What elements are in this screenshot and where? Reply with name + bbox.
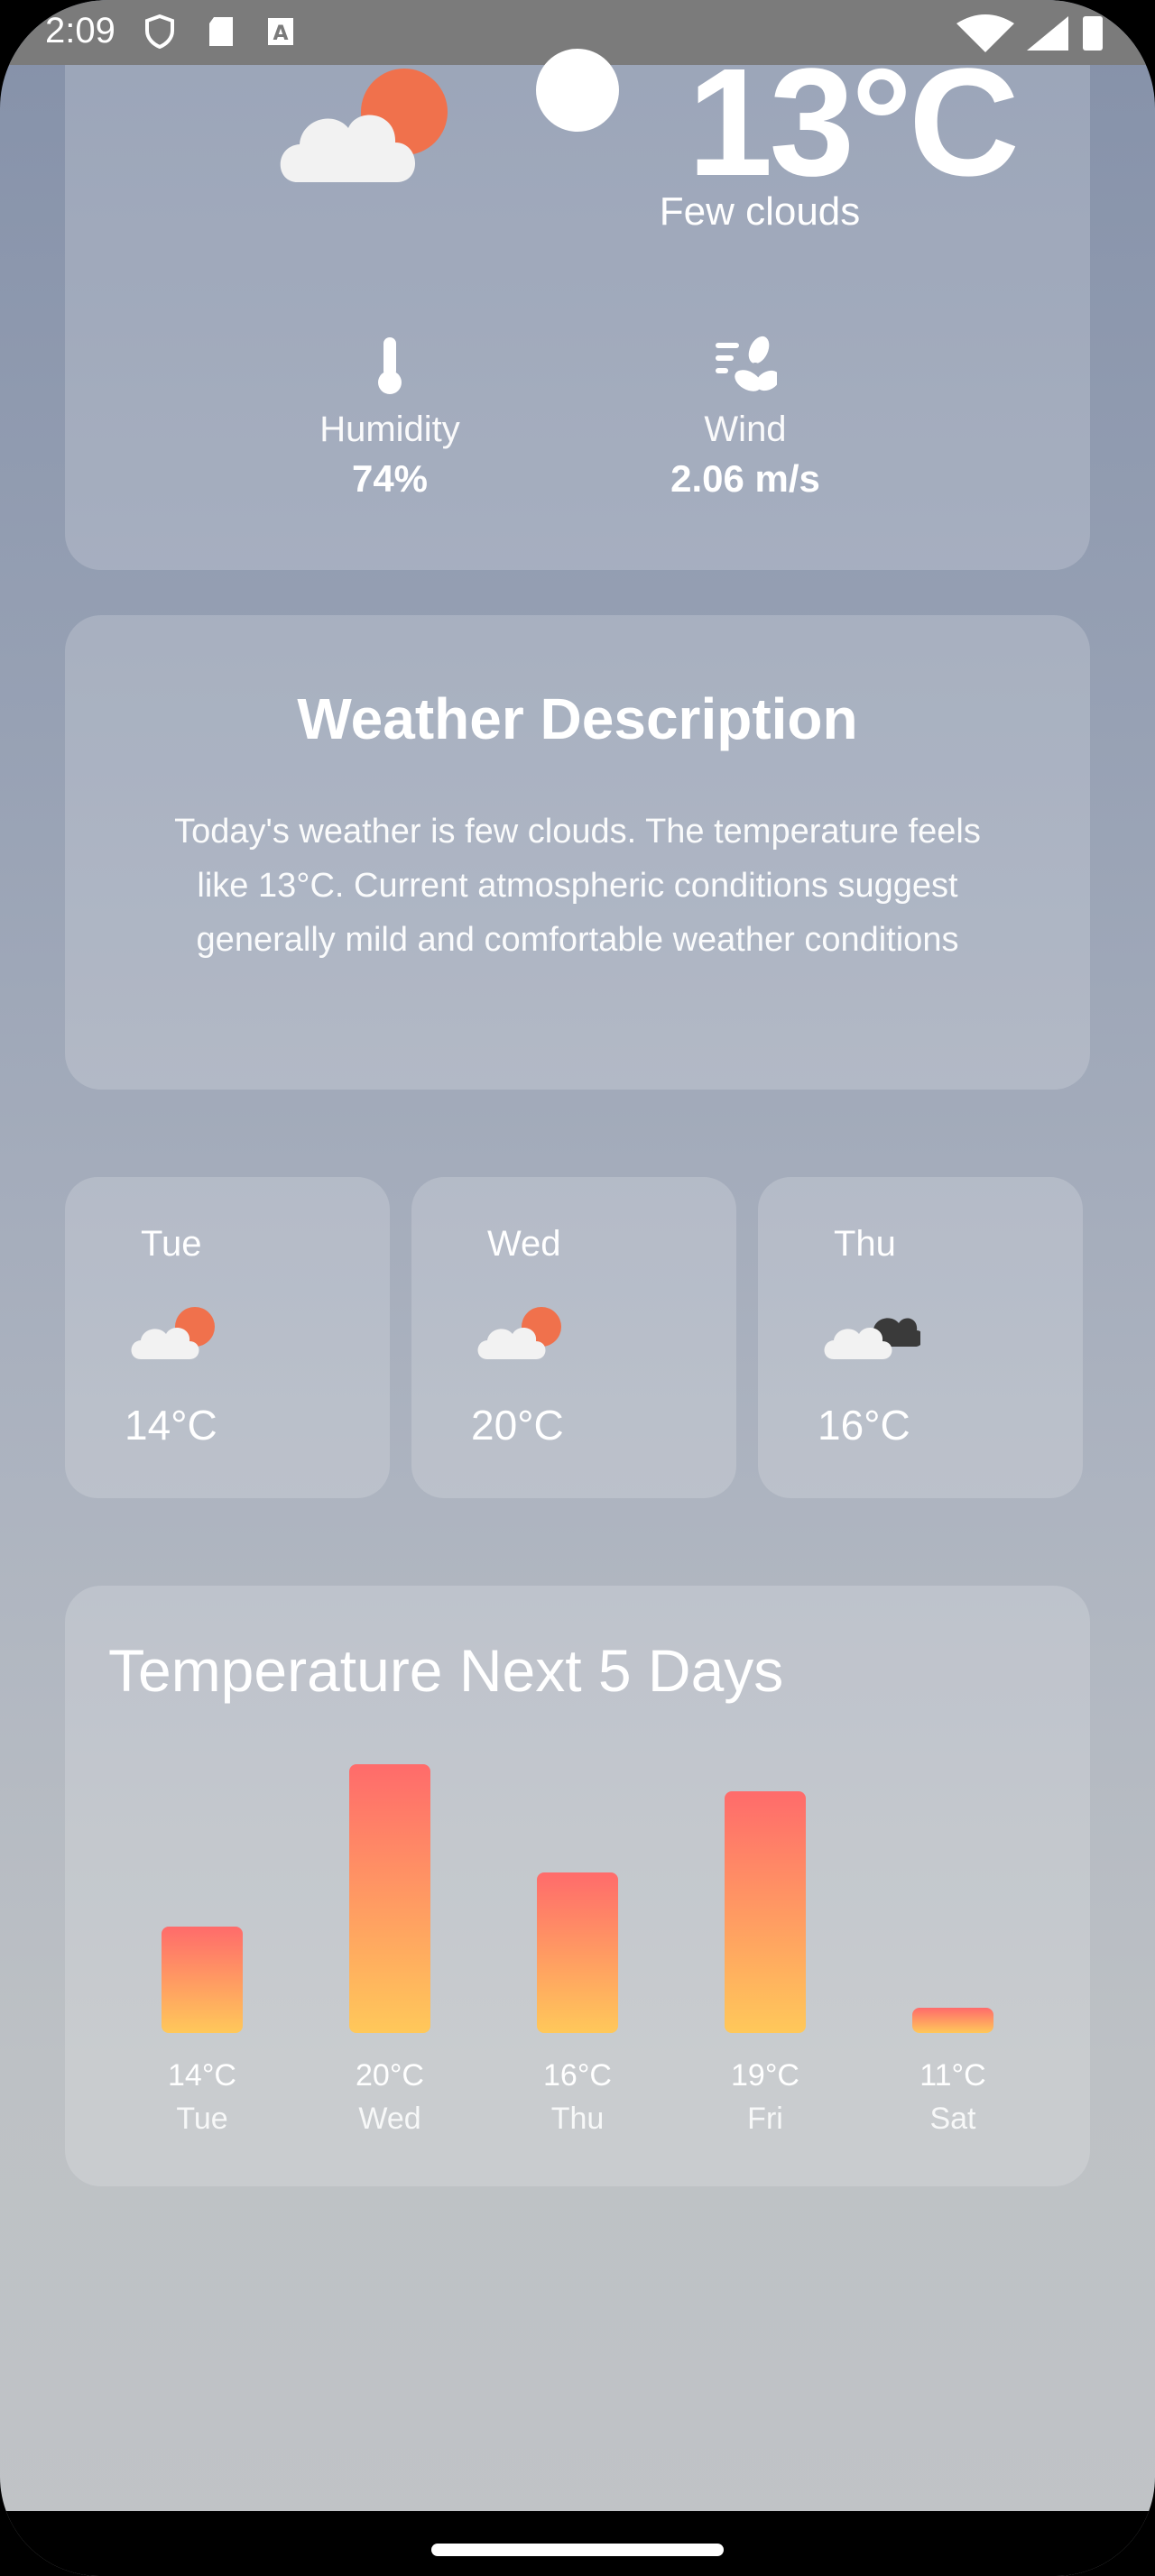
signal-icons [956, 14, 1103, 52]
description-text: Today's weather is few clouds. The tempe… [174, 813, 981, 959]
home-indicator[interactable] [431, 2544, 724, 2556]
sd-card-icon [209, 17, 233, 46]
bar-value-label: 14°C [168, 2058, 236, 2093]
svg-text:A: A [273, 23, 288, 45]
weather-description-card: Weather Description Today's weather is f… [65, 615, 1090, 1090]
thermometer-icon [378, 337, 402, 394]
cloud-sun-icon [477, 1307, 561, 1359]
forecast-temp: 16°C [818, 1402, 910, 1449]
battery-icon [1083, 16, 1103, 51]
forecast-temp: 20°C [471, 1402, 564, 1449]
navigation-bar [0, 2511, 1155, 2576]
forecast-card-tue[interactable]: Tue 14°C [65, 1177, 390, 1498]
bar-category-label: Tue [176, 2102, 227, 2136]
bar-value-label: 16°C [543, 2058, 612, 2093]
current-condition: Few clouds [659, 189, 861, 234]
humidity-metric: Humidity 74% [227, 325, 552, 501]
humidity-label: Humidity [319, 409, 460, 449]
wind-metric: Wind 2.06 m/s [583, 325, 908, 501]
forecast-card-wed[interactable]: Wed 20°C [411, 1177, 736, 1498]
wind-value: 2.06 m/s [670, 457, 820, 500]
forecast-day: Thu [834, 1224, 896, 1264]
bar-tue [162, 1927, 243, 2033]
temperature-chart-card: Temperature Next 5 Days 14°C Tue 20°C Wed 16… [65, 1586, 1090, 2186]
wifi-icon [956, 14, 1014, 52]
wind-icon [716, 336, 777, 391]
forecast-card-thu[interactable]: Thu 16°C [758, 1177, 1083, 1498]
bar-value-label: 11°C [919, 2058, 985, 2093]
cloud-sun-icon [131, 1307, 215, 1359]
bar-category-label: Fri [747, 2102, 783, 2136]
cloud-sun-icon [280, 69, 448, 182]
forecast-temp: 14°C [125, 1402, 217, 1449]
bar-category-label: Wed [358, 2102, 420, 2136]
weather-screen: 2:09 A 13°C Few clouds Humidity 74% Wind… [0, 0, 1155, 2576]
wind-label: Wind [704, 409, 787, 449]
description-title: Weather Description [297, 686, 858, 751]
forecast-day: Tue [141, 1224, 202, 1264]
bar-value-label: 19°C [731, 2058, 799, 2093]
shield-icon [145, 14, 174, 49]
bar-category-label: Sat [929, 2102, 976, 2136]
temperature-bar-chart: 14°C Tue 20°C Wed 16°C Thu 19°C Fri 11°C Sat [162, 1764, 993, 2136]
humidity-value: 74% [351, 457, 429, 500]
status-right [947, 11, 1128, 59]
bar-value-label: 20°C [356, 2058, 424, 2093]
bar-fri [725, 1791, 806, 2033]
cellular-icon [1027, 16, 1068, 51]
bar-wed [349, 1764, 430, 2033]
forecast-day: Wed [487, 1224, 561, 1264]
text-a-icon: A [268, 18, 293, 45]
bar-category-label: Thu [551, 2102, 605, 2136]
status-time: 2:09 [45, 11, 116, 51]
camera-cutout [536, 49, 619, 132]
bar-thu [537, 1872, 618, 2033]
bar-sat [912, 2008, 993, 2033]
dark-clouds-icon [824, 1318, 920, 1359]
